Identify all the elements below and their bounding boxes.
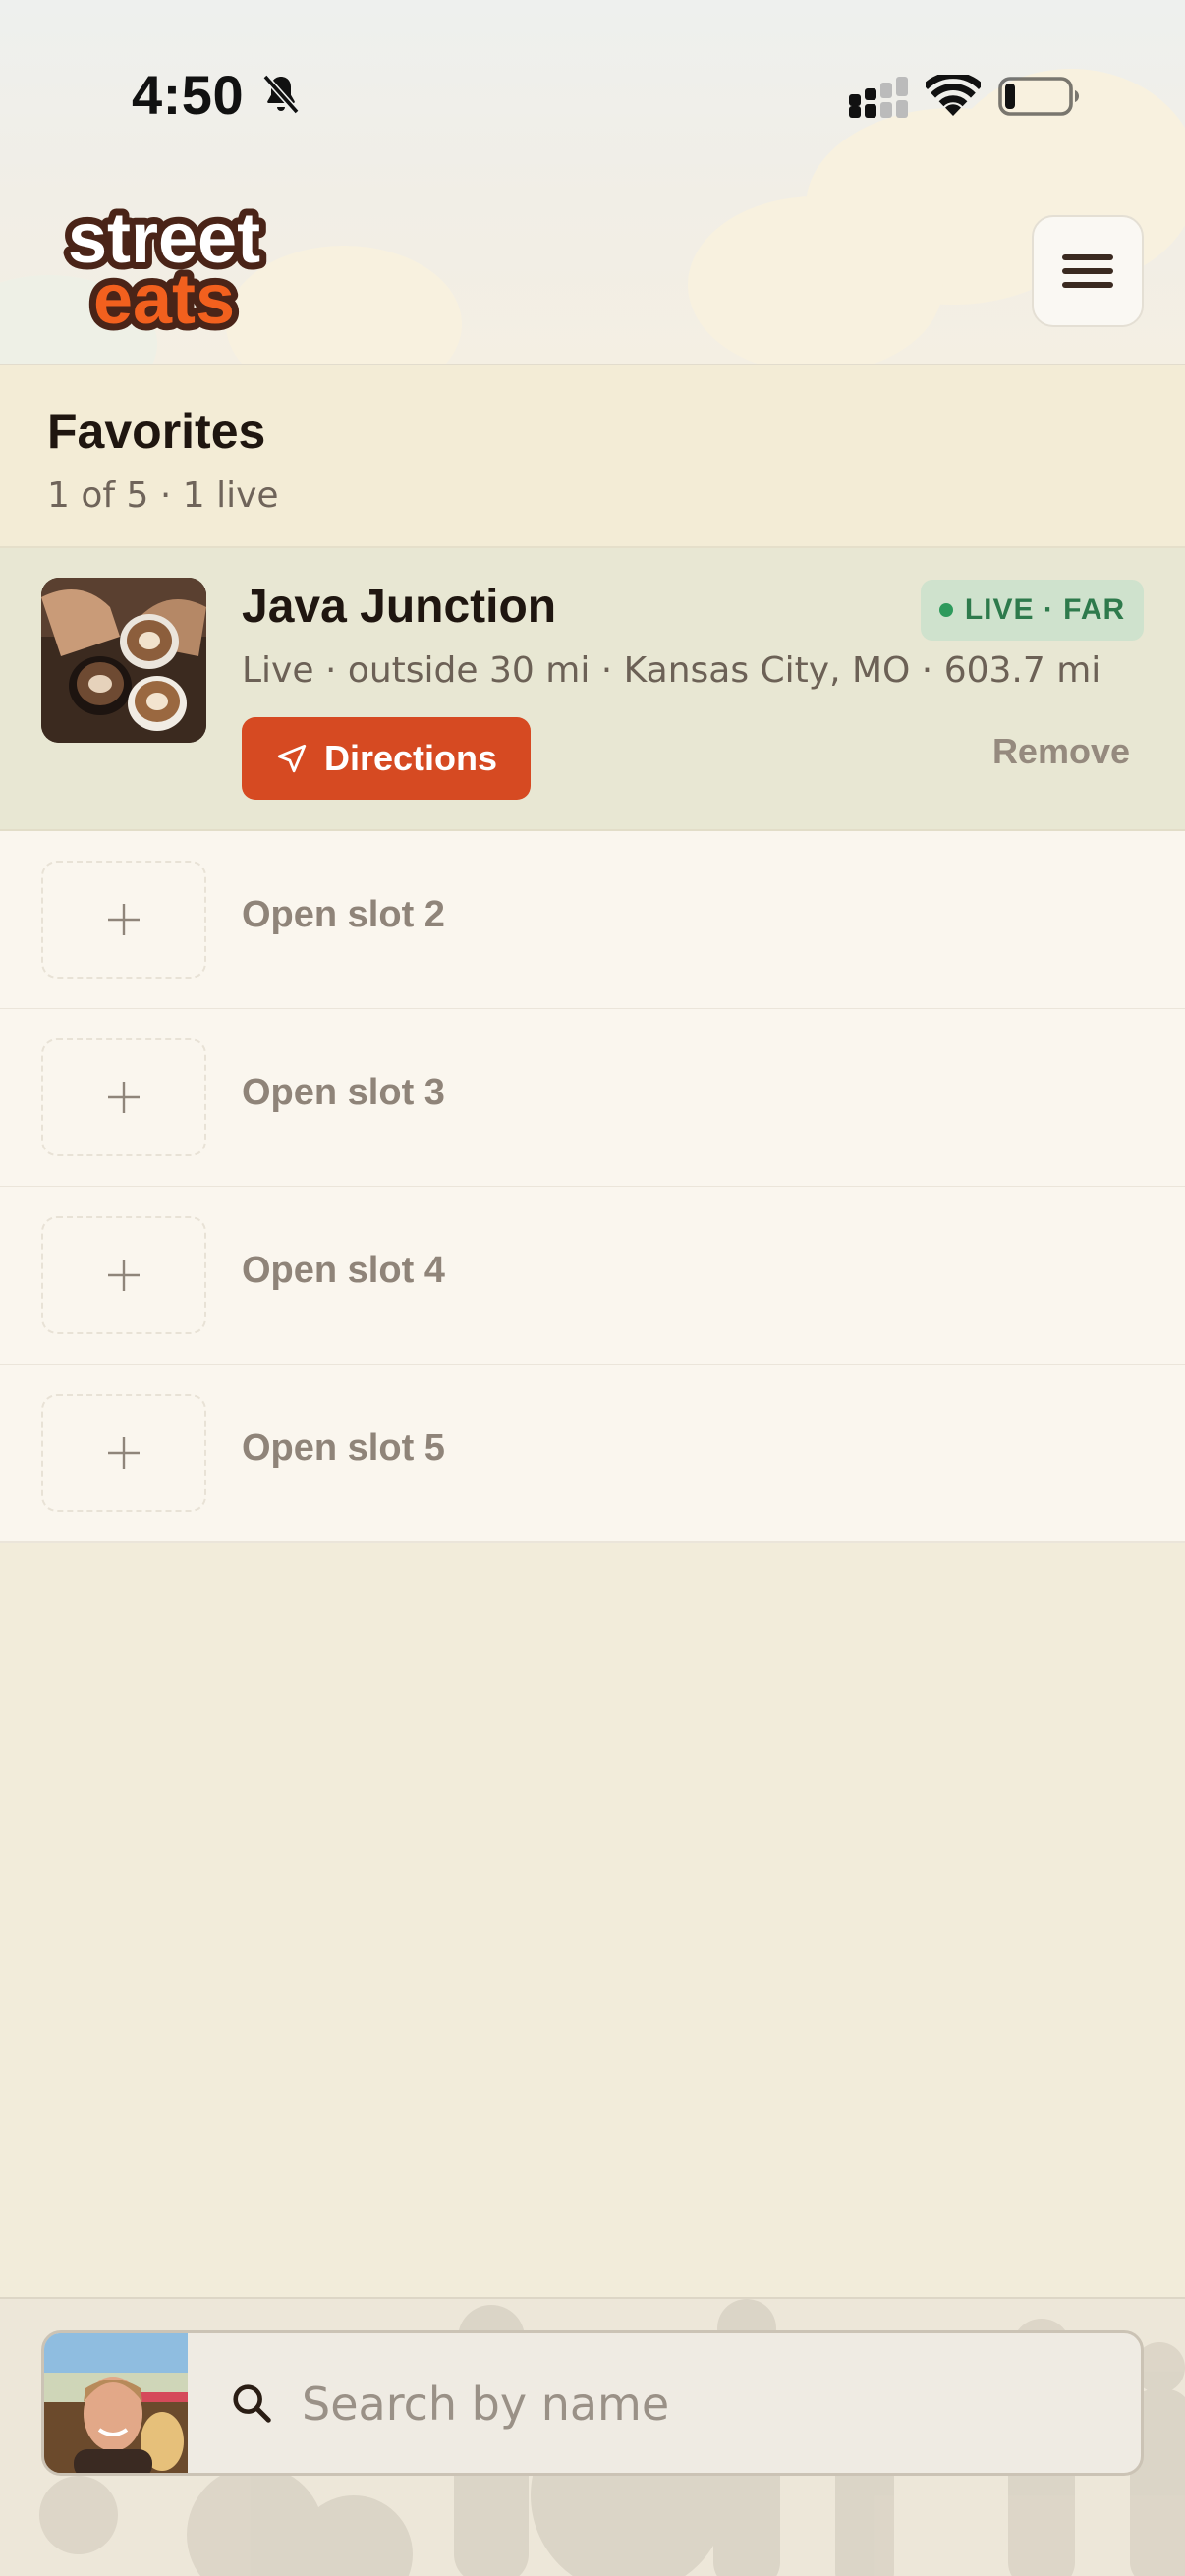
truck-meta: Live · outside 30 mi · Kansas City, MO ·… xyxy=(242,650,1101,691)
add-slot-button[interactable] xyxy=(41,1038,206,1156)
directions-label: Directions xyxy=(323,738,498,778)
battery-icon xyxy=(998,77,1079,116)
signal-icon xyxy=(849,77,908,118)
open-slot-label: Open slot 2 xyxy=(242,894,445,935)
app-header: 4:50 street eats xyxy=(0,0,1185,365)
hamburger-menu-icon xyxy=(1062,254,1113,288)
search-icon xyxy=(233,2384,271,2423)
menu-button[interactable] xyxy=(1032,215,1144,327)
directions-button[interactable]: Directions xyxy=(242,717,531,800)
open-slot-label: Open slot 4 xyxy=(242,1250,445,1291)
plus-icon xyxy=(108,1260,140,1291)
open-slot[interactable]: Open slot 2 xyxy=(0,831,1185,1010)
truck-name[interactable]: Java Junction xyxy=(242,580,556,634)
navigation-arrow-icon xyxy=(277,744,307,773)
bottom-search-bar xyxy=(0,2297,1185,2576)
search-input[interactable] xyxy=(302,2367,1107,2441)
favorites-header: Favorites 1 of 5 · 1 live xyxy=(0,365,1185,548)
open-slot[interactable]: Open slot 3 xyxy=(0,1009,1185,1188)
remove-button[interactable]: Remove xyxy=(963,731,1130,786)
favorites-count: 1 of 5 · 1 live xyxy=(47,476,279,516)
user-avatar[interactable] xyxy=(44,2333,188,2473)
status-time: 4:50 xyxy=(132,64,245,126)
favorite-card[interactable]: Java Junction LIVE · FAR Live · outside … xyxy=(0,548,1185,831)
street-eats-logo[interactable]: street eats xyxy=(39,193,289,346)
plus-icon xyxy=(108,1437,140,1469)
search-bar[interactable] xyxy=(41,2330,1144,2476)
open-slot[interactable]: Open slot 5 xyxy=(0,1365,1185,1543)
live-dot-icon xyxy=(938,603,953,617)
live-status-text: LIVE · FAR xyxy=(964,593,1126,626)
add-slot-button[interactable] xyxy=(41,861,206,979)
add-slot-button[interactable] xyxy=(41,1216,206,1334)
open-slot-label: Open slot 5 xyxy=(242,1428,445,1469)
live-status-badge: LIVE · FAR xyxy=(921,580,1144,641)
wifi-icon xyxy=(926,75,981,116)
truck-thumbnail xyxy=(41,578,206,743)
add-slot-button[interactable] xyxy=(41,1394,206,1512)
bell-slash-icon xyxy=(262,74,300,115)
open-slot-label: Open slot 3 xyxy=(242,1072,445,1113)
plus-icon xyxy=(108,1082,140,1113)
open-slot[interactable]: Open slot 4 xyxy=(0,1187,1185,1366)
svg-text:eats: eats xyxy=(93,260,235,339)
plus-icon xyxy=(108,904,140,935)
page-title: Favorites xyxy=(47,404,266,459)
